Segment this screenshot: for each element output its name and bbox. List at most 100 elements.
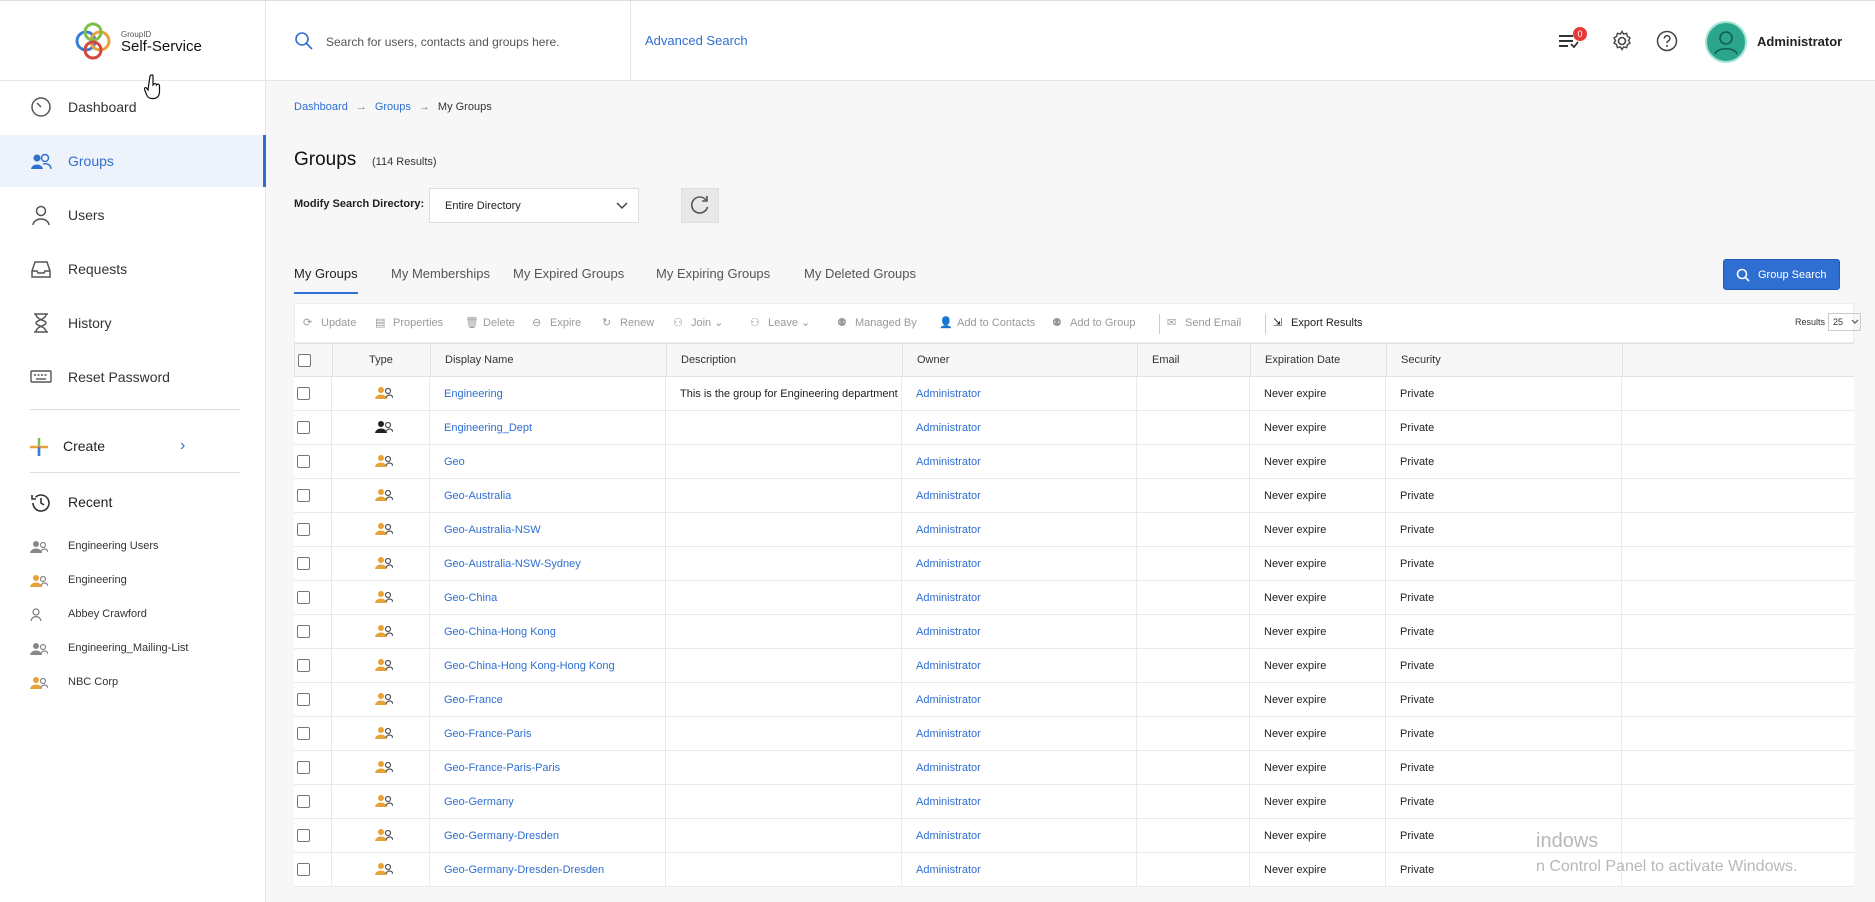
avatar[interactable] <box>1705 21 1747 63</box>
search-input[interactable] <box>326 31 616 53</box>
display-name-cell[interactable]: Geo-China-Hong Kong-Hong Kong <box>430 649 666 683</box>
column-header-expiration-date[interactable]: Expiration Date <box>1251 344 1387 378</box>
row-checkbox[interactable] <box>297 659 310 672</box>
table-row[interactable]: Geo-China-Hong Kong-Hong Kong Administrat… <box>294 649 1854 683</box>
owner-cell[interactable]: Administrator <box>902 853 1137 887</box>
column-header-email[interactable]: Email <box>1138 344 1251 378</box>
row-checkbox[interactable] <box>297 455 310 468</box>
owner-cell[interactable]: Administrator <box>902 411 1137 445</box>
table-row[interactable]: Geo-Australia Administrator Never expire Pr… <box>294 479 1854 513</box>
send-email-button[interactable]: ✉ Send Email <box>1167 316 1241 330</box>
app-logo[interactable]: GroupID Self-Service <box>0 1 266 82</box>
add-to-group-button[interactable]: ⚉ Add to Group <box>1052 316 1135 330</box>
tab-my-memberships[interactable]: My Memberships <box>391 266 490 294</box>
column-header-description[interactable]: Description <box>667 344 903 378</box>
row-checkbox[interactable] <box>297 591 310 604</box>
display-name-cell[interactable]: Geo <box>430 445 666 479</box>
owner-cell[interactable]: Administrator <box>902 751 1137 785</box>
table-row[interactable]: Geo-Germany Administrator Never expire Priv… <box>294 785 1854 819</box>
table-row[interactable]: Geo-Germany-Dresden Administrator Never ex… <box>294 819 1854 853</box>
recent-item[interactable]: Engineering Users <box>30 537 250 557</box>
breadcrumb-link[interactable]: Dashboard <box>294 101 348 113</box>
display-name-cell[interactable]: Geo-China <box>430 581 666 615</box>
display-name-cell[interactable]: Geo-Australia-NSW <box>430 513 666 547</box>
owner-cell[interactable]: Administrator <box>902 445 1137 479</box>
table-row[interactable]: Geo-Australia-NSW-Sydney Administrator Nev… <box>294 547 1854 581</box>
sidebar-item-dashboard[interactable]: Dashboard <box>0 81 266 133</box>
tab-my-expiring-groups[interactable]: My Expiring Groups <box>656 266 770 294</box>
owner-cell[interactable]: Administrator <box>902 615 1137 649</box>
sidebar-item-history[interactable]: History <box>0 297 266 349</box>
table-row[interactable]: Geo-Australia-NSW Administrator Never expi… <box>294 513 1854 547</box>
tab-my-groups[interactable]: My Groups <box>294 266 358 294</box>
row-checkbox[interactable] <box>297 387 310 400</box>
display-name-cell[interactable]: Geo-France-Paris-Paris <box>430 751 666 785</box>
user-name[interactable]: Administrator <box>1757 34 1842 49</box>
expire-button[interactable]: ⊖ Expire <box>532 316 581 330</box>
column-header-type[interactable]: Type <box>333 344 431 378</box>
table-row[interactable]: Geo-China Administrator Never expire Privat… <box>294 581 1854 615</box>
row-checkbox[interactable] <box>297 625 310 638</box>
display-name-cell[interactable]: Geo-Germany <box>430 785 666 819</box>
recent-item[interactable]: Abbey Crawford <box>30 605 250 625</box>
row-checkbox[interactable] <box>297 795 310 808</box>
recent-item[interactable]: NBC Corp <box>30 673 250 693</box>
recent-item[interactable]: Engineering_Mailing-List <box>30 639 250 659</box>
leave-button[interactable]: ⚇ Leave ⌄ <box>750 316 810 330</box>
table-row[interactable]: Engineering_Dept Administrator Never expir… <box>294 411 1854 445</box>
row-checkbox[interactable] <box>297 489 310 502</box>
row-checkbox[interactable] <box>297 829 310 842</box>
display-name-cell[interactable]: Geo-France-Paris <box>430 717 666 751</box>
sidebar-item-requests[interactable]: Requests <box>0 243 266 295</box>
table-row[interactable]: Geo-France-Paris-Paris Administrator Never… <box>294 751 1854 785</box>
renew-button[interactable]: ↻ Renew <box>602 316 654 330</box>
row-checkbox[interactable] <box>297 557 310 570</box>
search-icon[interactable] <box>294 31 314 51</box>
owner-cell[interactable]: Administrator <box>902 479 1137 513</box>
help-icon[interactable] <box>1655 29 1679 53</box>
column-header-security[interactable]: Security <box>1387 344 1623 378</box>
properties-button[interactable]: ▤ Properties <box>375 316 443 330</box>
table-row[interactable]: Geo-China-Hong Kong Administrator Never ex… <box>294 615 1854 649</box>
add-to-contacts-button[interactable]: 👤 Add to Contacts <box>939 316 1035 330</box>
table-row[interactable]: Geo-France Administrator Never expire Priva… <box>294 683 1854 717</box>
join-button[interactable]: ⚇ Join ⌄ <box>673 316 723 330</box>
display-name-cell[interactable]: Engineering <box>430 377 666 411</box>
owner-cell[interactable]: Administrator <box>902 819 1137 853</box>
owner-cell[interactable]: Administrator <box>902 513 1137 547</box>
table-row[interactable]: Geo Administrator Never expire Private <box>294 445 1854 479</box>
update-button[interactable]: ⟳ Update <box>303 316 356 330</box>
tab-my-deleted-groups[interactable]: My Deleted Groups <box>804 266 916 294</box>
group-search-button[interactable]: Group Search <box>1723 259 1840 290</box>
owner-cell[interactable]: Administrator <box>902 377 1137 411</box>
display-name-cell[interactable]: Engineering_Dept <box>430 411 666 445</box>
display-name-cell[interactable]: Geo-China-Hong Kong <box>430 615 666 649</box>
delete-button[interactable]: 🗑 Delete <box>465 316 515 330</box>
create-menu[interactable]: Create › <box>30 431 250 461</box>
display-name-cell[interactable]: Geo-Australia-NSW-Sydney <box>430 547 666 581</box>
row-checkbox[interactable] <box>297 863 310 876</box>
breadcrumb-link[interactable]: Groups <box>375 101 411 113</box>
owner-cell[interactable]: Administrator <box>902 683 1137 717</box>
sidebar-item-users[interactable]: Users <box>0 189 266 241</box>
export-results-button[interactable]: ⇲ Export Results <box>1273 316 1363 330</box>
owner-cell[interactable]: Administrator <box>902 547 1137 581</box>
managed-by-button[interactable]: ⚉ Managed By <box>837 316 917 330</box>
refresh-button[interactable] <box>681 188 719 223</box>
row-checkbox[interactable] <box>297 761 310 774</box>
owner-cell[interactable]: Administrator <box>902 785 1137 819</box>
table-row[interactable]: Engineering This is the group for Enginee… <box>294 377 1854 411</box>
row-checkbox[interactable] <box>297 523 310 536</box>
column-header-owner[interactable]: Owner <box>903 344 1138 378</box>
display-name-cell[interactable]: Geo-Germany-Dresden <box>430 819 666 853</box>
table-row[interactable]: Geo-France-Paris Administrator Never expir… <box>294 717 1854 751</box>
directory-select[interactable]: Entire Directory <box>429 188 639 223</box>
row-checkbox[interactable] <box>297 421 310 434</box>
row-checkbox[interactable] <box>297 693 310 706</box>
sidebar-item-groups[interactable]: Groups <box>0 135 266 187</box>
owner-cell[interactable]: Administrator <box>902 717 1137 751</box>
display-name-cell[interactable]: Geo-France <box>430 683 666 717</box>
advanced-search-link[interactable]: Advanced Search <box>645 33 748 48</box>
select-all-checkbox[interactable] <box>298 354 311 367</box>
owner-cell[interactable]: Administrator <box>902 649 1137 683</box>
